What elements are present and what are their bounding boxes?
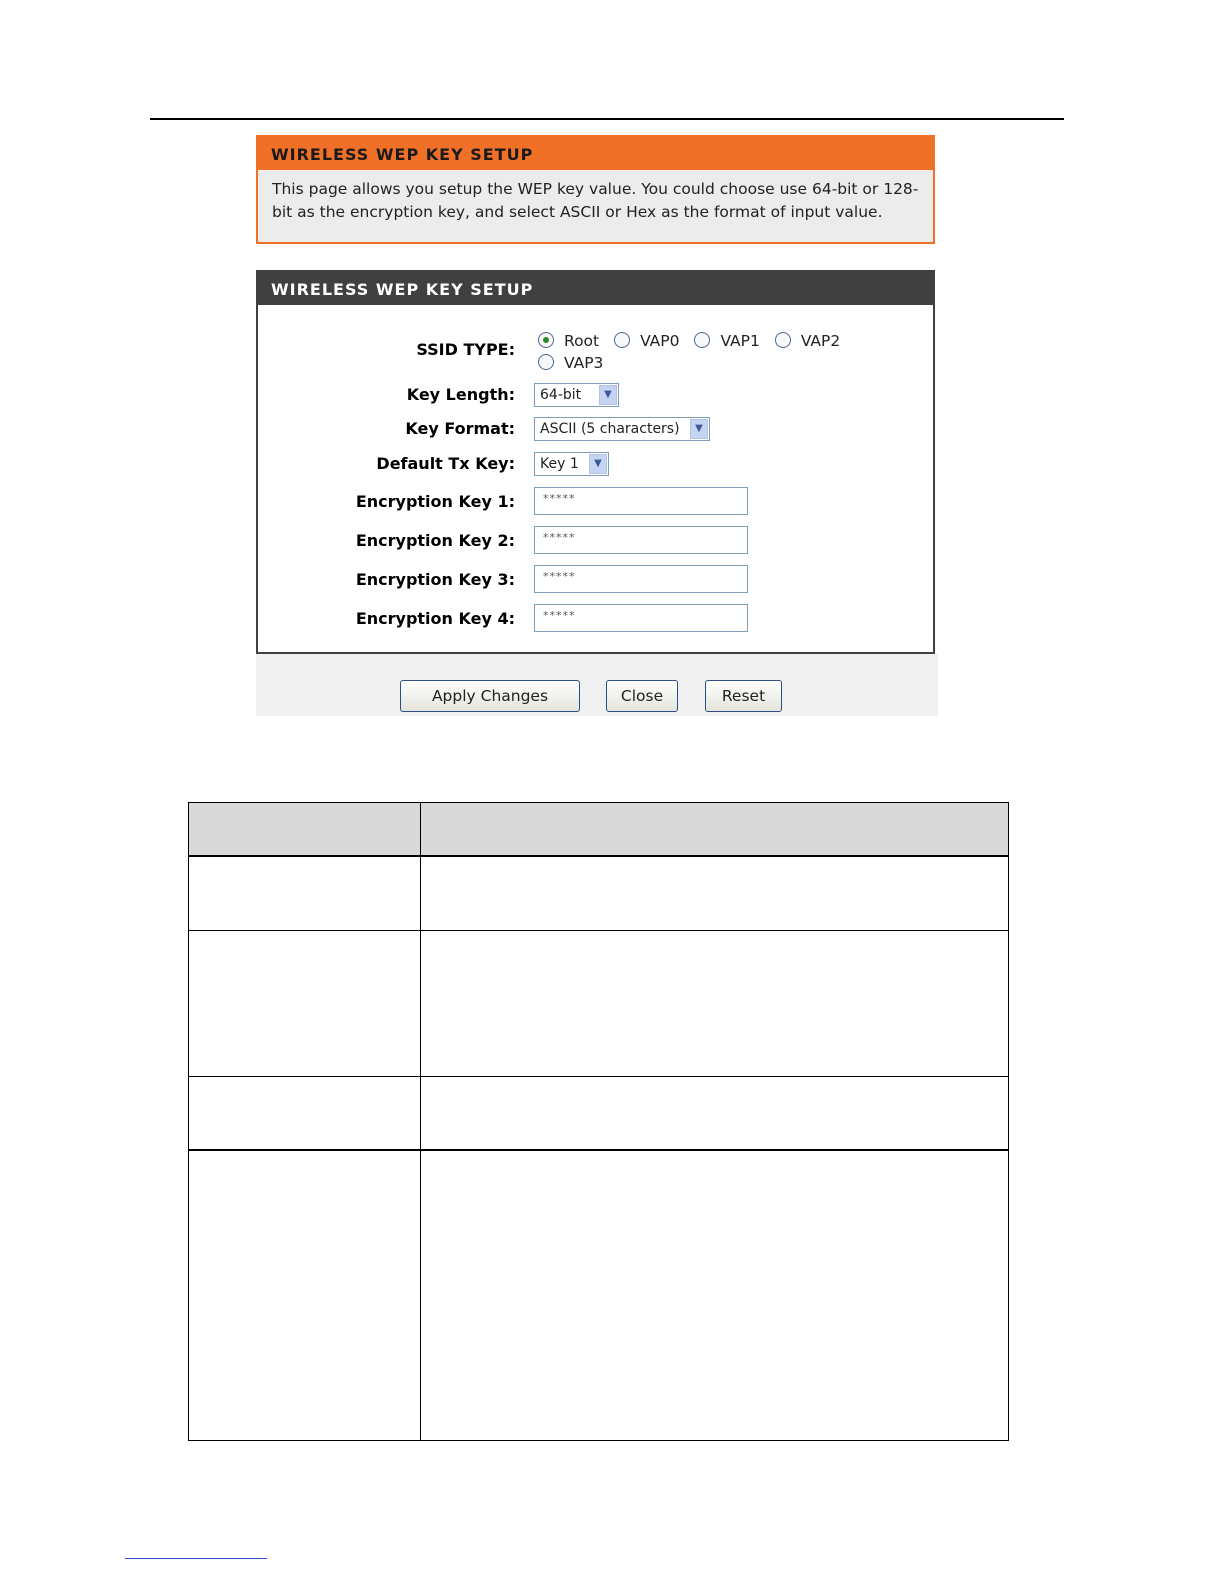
chevron-down-icon[interactable]: ▼ xyxy=(589,454,607,474)
ssid-option-label: VAP2 xyxy=(800,332,841,350)
button-bar: Apply Changes Close Reset xyxy=(256,654,938,716)
key-format-select[interactable]: ASCII (5 characters) ▼ xyxy=(534,417,710,441)
table-row xyxy=(188,929,1009,1077)
encryption-key-2-label: Encryption Key 2: xyxy=(355,531,515,550)
encryption-key-4-label: Encryption Key 4: xyxy=(355,609,515,628)
info-panel: WIRELESS WEP KEY SETUP This page allows … xyxy=(256,135,935,244)
table-cell xyxy=(188,929,421,1077)
radio-unchecked-icon[interactable] xyxy=(694,332,711,348)
ssid-option-label: VAP3 xyxy=(564,354,604,372)
radio-checked-icon[interactable] xyxy=(538,332,554,348)
ssid-option-label: VAP1 xyxy=(720,332,760,350)
table-cell xyxy=(188,1149,421,1441)
table-cell xyxy=(188,1075,421,1151)
reset-button[interactable]: Reset xyxy=(705,680,782,712)
encryption-key-1-input[interactable]: ***** xyxy=(534,487,748,515)
encryption-key-3-input[interactable]: ***** xyxy=(534,565,748,593)
radio-unchecked-icon[interactable] xyxy=(538,354,554,370)
apply-changes-button[interactable]: Apply Changes xyxy=(400,680,580,712)
ssid-type-radio-group: Root VAP0 VAP1 VAP2 VAP3 xyxy=(538,330,918,374)
ssid-option-label: VAP0 xyxy=(640,332,680,350)
default-tx-key-value: Key 1 xyxy=(540,456,579,472)
table-header-cell xyxy=(188,802,421,857)
close-button[interactable]: Close xyxy=(606,680,678,712)
table-cell xyxy=(420,1149,1009,1441)
radio-unchecked-icon[interactable] xyxy=(774,332,791,348)
key-format-label: Key Format: xyxy=(405,419,515,438)
ssid-option-root[interactable]: Root xyxy=(538,330,599,352)
ssid-option-vap0[interactable]: VAP0 xyxy=(614,330,680,352)
table-header-row xyxy=(188,802,1009,857)
table-cell xyxy=(188,855,421,931)
ssid-option-label: Root xyxy=(564,332,600,350)
table-row xyxy=(188,855,1009,931)
key-length-value: 64-bit xyxy=(540,387,582,403)
key-length-select[interactable]: 64-bit ▼ xyxy=(534,383,619,407)
info-panel-title: WIRELESS WEP KEY SETUP xyxy=(258,137,933,170)
chevron-down-icon[interactable]: ▼ xyxy=(599,385,617,405)
chevron-down-icon[interactable]: ▼ xyxy=(690,419,708,439)
key-format-value: ASCII (5 characters) xyxy=(540,421,680,437)
setup-panel-title: WIRELESS WEP KEY SETUP xyxy=(258,272,933,305)
radio-unchecked-icon[interactable] xyxy=(614,332,631,348)
table-cell xyxy=(420,929,1009,1077)
ssid-option-vap3[interactable]: VAP3 xyxy=(538,352,603,374)
ssid-option-vap1[interactable]: VAP1 xyxy=(694,330,760,352)
encryption-key-4-input[interactable]: ***** xyxy=(534,604,748,632)
info-panel-description: This page allows you setup the WEP key v… xyxy=(272,180,919,221)
setup-panel: WIRELESS WEP KEY SETUP SSID TYPE: Root V… xyxy=(256,270,935,654)
default-tx-key-label: Default Tx Key: xyxy=(376,454,515,473)
table-cell xyxy=(420,1075,1009,1151)
footnote-rule xyxy=(125,1558,267,1559)
encryption-key-1-label: Encryption Key 1: xyxy=(355,492,515,511)
encryption-key-2-input[interactable]: ***** xyxy=(534,526,748,554)
table-cell xyxy=(420,855,1009,931)
ssid-type-label: SSID TYPE: xyxy=(416,340,515,359)
top-rule xyxy=(150,118,1064,120)
description-table xyxy=(188,802,1009,1441)
ssid-option-vap2[interactable]: VAP2 xyxy=(774,330,841,352)
table-row xyxy=(188,1075,1009,1151)
default-tx-key-select[interactable]: Key 1 ▼ xyxy=(534,452,609,476)
table-header-cell xyxy=(420,802,1009,857)
table-row xyxy=(188,1149,1009,1441)
key-length-label: Key Length: xyxy=(406,385,515,404)
encryption-key-3-label: Encryption Key 3: xyxy=(355,570,515,589)
